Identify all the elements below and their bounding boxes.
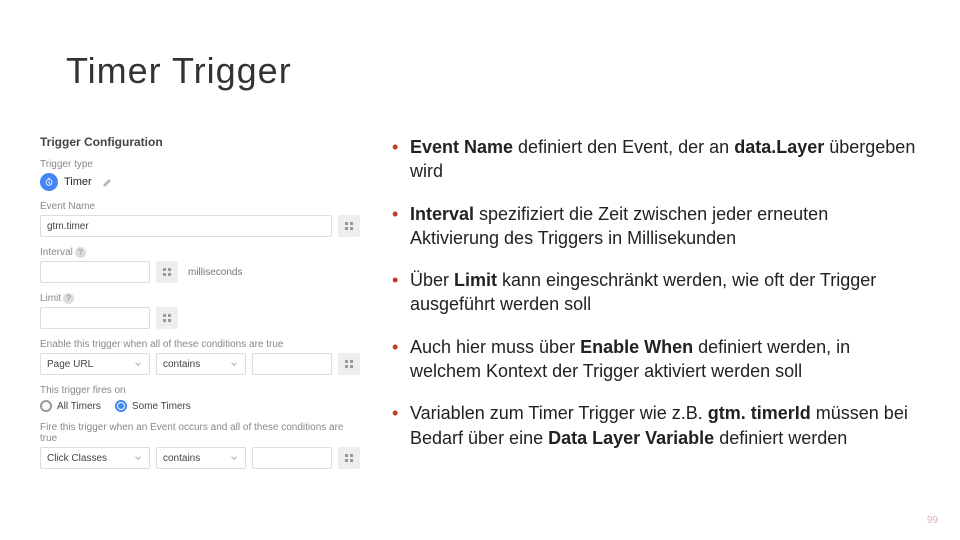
radio-all-timers[interactable]: All Timers xyxy=(40,400,101,412)
bullet-item: Variablen zum Timer Trigger wie z.B. gtm… xyxy=(390,401,920,450)
content-area: Event Name definiert den Event, der an d… xyxy=(390,135,920,468)
limit-label: Limit? xyxy=(40,293,360,304)
radio-some-timers[interactable]: Some Timers xyxy=(115,400,191,412)
enable-value-input[interactable] xyxy=(252,353,332,375)
slide: Timer Trigger Trigger Configuration Trig… xyxy=(0,0,960,540)
bullet-list: Event Name definiert den Event, der an d… xyxy=(390,135,920,450)
gtm-screenshot: Trigger Configuration Trigger type Timer… xyxy=(40,135,360,469)
trigger-type-label: Trigger type xyxy=(40,159,360,170)
fire-var-select[interactable]: Click Classes xyxy=(40,447,150,469)
slide-title: Timer Trigger xyxy=(66,50,292,92)
fire-value-input[interactable] xyxy=(252,447,332,469)
interval-unit: milliseconds xyxy=(188,267,242,278)
bullet-item: Event Name definiert den Event, der an d… xyxy=(390,135,920,184)
page-number: 99 xyxy=(927,515,938,526)
chevron-down-icon xyxy=(229,453,239,463)
enable-when-label: Enable this trigger when all of these co… xyxy=(40,339,360,350)
event-name-input[interactable]: gtm.timer xyxy=(40,215,332,237)
chevron-down-icon xyxy=(229,359,239,369)
fires-on-label: This trigger fires on xyxy=(40,385,360,396)
chevron-down-icon xyxy=(133,359,143,369)
edit-icon[interactable] xyxy=(102,176,114,188)
limit-input[interactable] xyxy=(40,307,150,329)
event-name-label: Event Name xyxy=(40,201,360,212)
variable-picker-icon[interactable] xyxy=(156,261,178,283)
bullet-item: Über Limit kann eingeschränkt werden, wi… xyxy=(390,268,920,317)
variable-picker-icon[interactable] xyxy=(338,447,360,469)
interval-label: Interval? xyxy=(40,247,360,258)
help-icon[interactable]: ? xyxy=(63,293,74,304)
bullet-item: Interval spezifiziert die Zeit zwischen … xyxy=(390,202,920,251)
trigger-type-row: Timer xyxy=(40,173,360,191)
interval-input[interactable] xyxy=(40,261,150,283)
fire-op-select[interactable]: contains xyxy=(156,447,246,469)
timer-icon xyxy=(40,173,58,191)
timer-type-text: Timer xyxy=(64,176,92,188)
bullet-item: Auch hier muss über Enable When definier… xyxy=(390,335,920,384)
chevron-down-icon xyxy=(133,453,143,463)
variable-picker-icon[interactable] xyxy=(338,215,360,237)
variable-picker-icon[interactable] xyxy=(338,353,360,375)
config-header: Trigger Configuration xyxy=(40,135,360,149)
enable-op-select[interactable]: contains xyxy=(156,353,246,375)
fire-condition-label: Fire this trigger when an Event occurs a… xyxy=(40,422,360,444)
variable-picker-icon[interactable] xyxy=(156,307,178,329)
enable-var-select[interactable]: Page URL xyxy=(40,353,150,375)
help-icon[interactable]: ? xyxy=(75,247,86,258)
